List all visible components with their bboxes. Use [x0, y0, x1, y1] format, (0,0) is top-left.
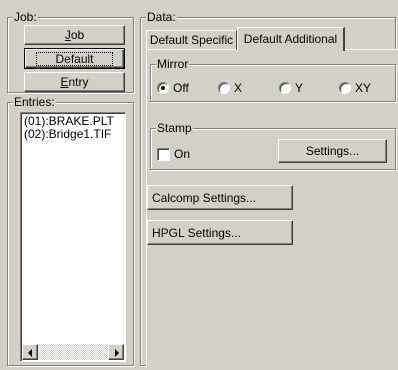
- default-button-label: Default: [36, 51, 113, 66]
- radio-selected-dot: [161, 86, 165, 90]
- stamp-settings-label: Settings...: [305, 144, 360, 158]
- arrow-left-icon: [28, 349, 32, 357]
- mirror-group-label: Mirror: [156, 57, 190, 71]
- entry-button[interactable]: Entry: [24, 72, 125, 92]
- stamp-on-checkbox[interactable]: [157, 148, 170, 161]
- radio-mirror-x-label[interactable]: X: [234, 81, 242, 95]
- hpgl-settings-label: HPGL Settings...: [152, 225, 241, 240]
- tab-default-additional[interactable]: Default Additional: [237, 27, 345, 51]
- entry-button-suffix: ntry: [68, 75, 89, 89]
- job-button-suffix: ob: [70, 28, 85, 42]
- horizontal-scrollbar[interactable]: [22, 344, 124, 360]
- scrollbar-track[interactable]: [38, 344, 108, 360]
- radio-mirror-y-label[interactable]: Y: [295, 81, 303, 95]
- tab-default-specific[interactable]: Default Specific: [146, 30, 237, 50]
- radio-mirror-off-label[interactable]: Off: [173, 81, 189, 95]
- calcomp-settings-label: Calcomp Settings...: [152, 190, 257, 205]
- entry-button-mnemonic: E: [60, 75, 69, 89]
- list-item[interactable]: (02):Bridge1.TIF: [22, 128, 114, 141]
- entries-group-label: Entries:: [13, 95, 56, 109]
- radio-mirror-xy[interactable]: [339, 82, 351, 94]
- entries-listbox[interactable]: (01):BRAKE.PLT (02):Bridge1.TIF: [20, 112, 126, 362]
- radio-mirror-off[interactable]: [157, 82, 169, 94]
- job-group-label: Job:: [13, 10, 38, 24]
- arrow-right-icon: [115, 349, 119, 357]
- hpgl-settings-button[interactable]: HPGL Settings...: [147, 220, 293, 245]
- scroll-left-button[interactable]: [22, 344, 38, 360]
- default-button[interactable]: Default: [24, 48, 125, 69]
- data-group-label: Data:: [146, 10, 177, 24]
- stamp-on-label[interactable]: On: [174, 147, 190, 161]
- radio-mirror-xy-label[interactable]: XY: [355, 81, 371, 95]
- radio-mirror-x[interactable]: [218, 82, 230, 94]
- job-button[interactable]: Job: [24, 25, 125, 45]
- tab-default-specific-label: Default Specific: [149, 33, 234, 47]
- stamp-settings-button[interactable]: Settings...: [278, 139, 387, 163]
- entries-list: (01):BRAKE.PLT (02):Bridge1.TIF: [22, 115, 114, 141]
- radio-mirror-y[interactable]: [279, 82, 291, 94]
- tab-default-additional-label: Default Additional: [243, 31, 338, 46]
- calcomp-settings-button[interactable]: Calcomp Settings...: [147, 185, 293, 210]
- scroll-right-button[interactable]: [108, 344, 124, 360]
- stamp-group-label: Stamp: [156, 121, 193, 135]
